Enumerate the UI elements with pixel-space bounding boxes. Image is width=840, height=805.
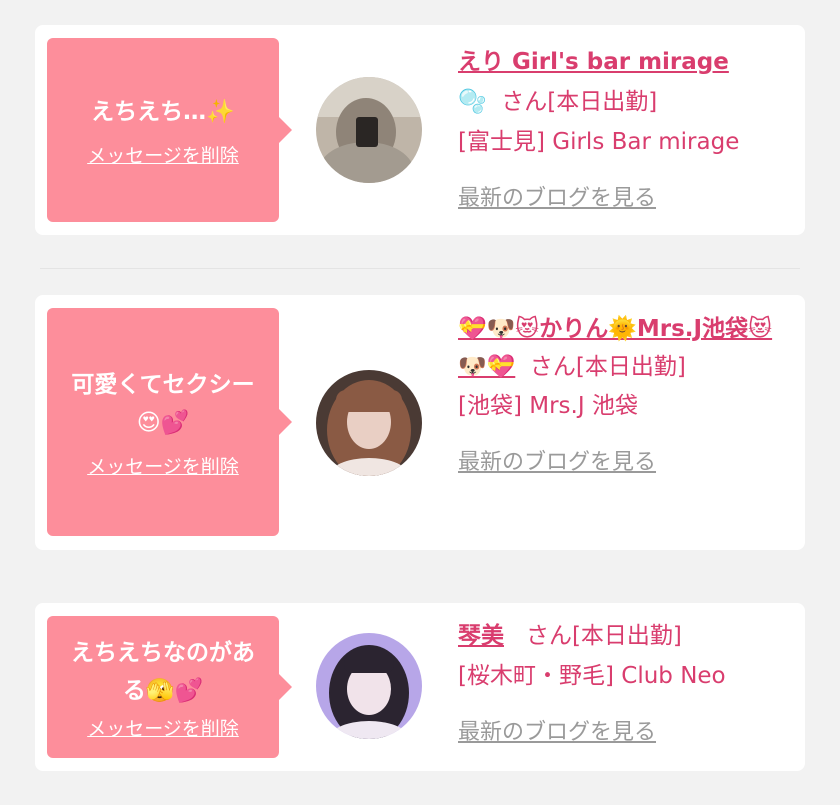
- message-text: えちえち…✨: [91, 98, 235, 125]
- message-bubble: えちえち…✨ メッセージを削除: [47, 38, 292, 222]
- avatar[interactable]: [316, 370, 422, 476]
- message-text: 可愛くてセクシー😍💕: [71, 371, 255, 436]
- message-card: えちえちなのがある🫣💕 メッセージを削除 琴美 さん[本日出勤] [桜木町・野毛…: [35, 603, 805, 771]
- latest-blog-link[interactable]: 最新のブログを見る: [458, 443, 656, 483]
- divider: [40, 268, 800, 269]
- bubble-icon: 🫧: [458, 89, 487, 115]
- latest-blog-link[interactable]: 最新のブログを見る: [458, 179, 656, 219]
- message-card: えちえち…✨ メッセージを削除 えり Girl's bar mirage 🫧 さ…: [35, 25, 805, 235]
- work-status: [本日出勤]: [547, 89, 658, 115]
- message-bubble: 可愛くてセクシー😍💕 メッセージを削除: [47, 308, 292, 536]
- message-card: 可愛くてセクシー😍💕 メッセージを削除 💝🐶😻かりん🌞Mrs.J池袋😻🐶💝 さん…: [35, 295, 805, 550]
- delete-message-link[interactable]: メッセージを削除: [87, 141, 239, 168]
- latest-blog-link[interactable]: 最新のブログを見る: [458, 713, 656, 753]
- honorific: さん: [525, 623, 572, 649]
- cast-name-link[interactable]: えり Girl's bar mirage: [458, 49, 729, 75]
- honorific: さん: [529, 354, 576, 380]
- work-status: [本日出勤]: [575, 354, 686, 380]
- delete-message-link[interactable]: メッセージを削除: [87, 714, 239, 741]
- message-text: えちえちなのがある🫣💕: [71, 639, 255, 704]
- delete-message-link[interactable]: メッセージを削除: [87, 452, 239, 479]
- message-bubble: えちえちなのがある🫣💕 メッセージを削除: [47, 616, 292, 758]
- avatar[interactable]: [316, 633, 422, 739]
- shop-name: [富士見] Girls Bar mirage: [458, 129, 740, 155]
- cast-info: 💝🐶😻かりん🌞Mrs.J池袋😻🐶💝 さん[本日出勤] [池袋] Mrs.J 池袋…: [458, 310, 793, 483]
- cast-info: えり Girl's bar mirage 🫧 さん[本日出勤] [富士見] Gi…: [458, 42, 793, 219]
- work-status: [本日出勤]: [571, 623, 682, 649]
- cast-name-link[interactable]: 琴美: [458, 623, 504, 649]
- shop-name: [池袋] Mrs.J 池袋: [458, 393, 638, 419]
- avatar[interactable]: [316, 77, 422, 183]
- shop-name: [桜木町・野毛] Club Neo: [458, 663, 726, 689]
- honorific: さん: [501, 89, 548, 115]
- cast-info: 琴美 さん[本日出勤] [桜木町・野毛] Club Neo 最新のブログを見る: [458, 616, 793, 753]
